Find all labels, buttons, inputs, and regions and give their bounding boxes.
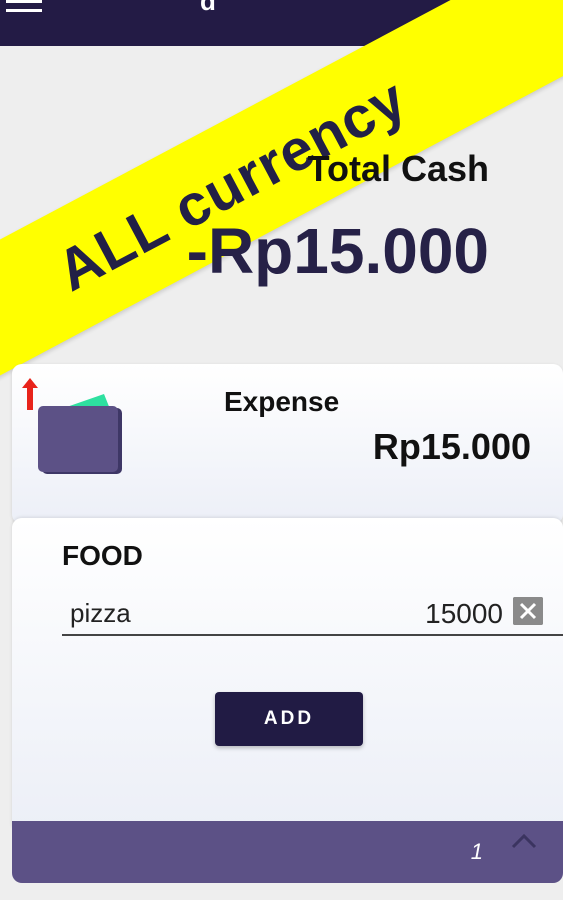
bottom-bar: 1 — [12, 821, 563, 883]
item-name: pizza — [70, 598, 131, 628]
hamburger-menu-icon[interactable] — [4, 0, 44, 16]
chevron-up-icon[interactable] — [511, 833, 537, 849]
total-cash-label: Total Cash — [307, 148, 489, 189]
item-amount: 15000 — [425, 598, 503, 629]
add-button[interactable]: ADD — [215, 692, 363, 746]
up-arrow-icon — [22, 378, 38, 410]
list-item[interactable]: pizza 15000 — [62, 590, 563, 636]
wallet-icon — [38, 394, 122, 474]
app-title: d — [200, 0, 216, 16]
expense-label: Expense — [224, 386, 340, 417]
expense-card[interactable]: Expense Rp15.000 — [12, 364, 563, 524]
total-cash-value: -Rp15.000 — [186, 215, 489, 287]
category-card: FOOD pizza 15000 ADD — [12, 518, 563, 828]
category-title: FOOD — [62, 540, 143, 571]
page-count: 1 — [470, 839, 483, 864]
expense-amount: Rp15.000 — [372, 426, 531, 467]
close-icon[interactable] — [513, 597, 543, 625]
